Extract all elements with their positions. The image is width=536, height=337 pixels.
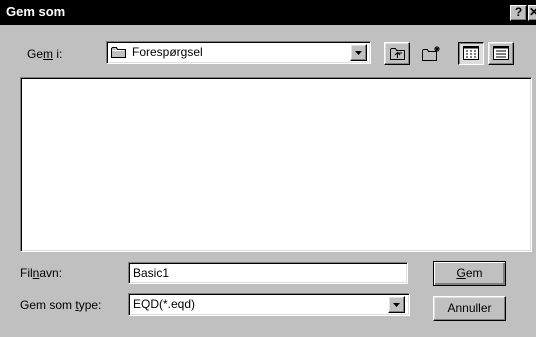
file-list[interactable]: [20, 77, 532, 252]
lookin-value: Forespørgsel: [132, 45, 203, 59]
new-folder-icon: [422, 46, 440, 61]
filetype-combobox[interactable]: EQD(*.eqd): [128, 293, 410, 316]
window-title: Gem som: [6, 4, 66, 19]
up-one-level-icon: [390, 48, 405, 60]
help-icon: ?: [514, 5, 523, 19]
cancel-button-label: Annuller: [447, 301, 492, 315]
new-folder-button[interactable]: [418, 42, 444, 65]
close-icon: ✕: [529, 5, 536, 19]
cancel-button[interactable]: Annuller: [433, 296, 506, 321]
chevron-down-icon: [355, 51, 362, 55]
filename-input[interactable]: Basic1: [128, 262, 408, 284]
close-button[interactable]: ✕: [528, 5, 536, 21]
lookin-combobox[interactable]: Forespørgsel: [106, 41, 371, 64]
details-view-icon: [493, 46, 509, 60]
filetype-value: EQD(*.eqd): [133, 297, 196, 311]
folder-icon: [111, 47, 126, 58]
lookin-dropdown-button[interactable]: [350, 44, 367, 61]
chevron-down-icon: [393, 303, 400, 307]
details-view-button[interactable]: [488, 42, 514, 65]
filename-label: Filnavn:: [20, 266, 63, 280]
lookin-label: Gem i:: [27, 47, 63, 61]
filetype-dropdown-button[interactable]: [388, 296, 405, 313]
up-one-level-button[interactable]: [384, 42, 410, 65]
title-bar[interactable]: [0, 0, 536, 25]
save-button-label: Gem: [456, 266, 483, 280]
save-button[interactable]: Gem: [433, 261, 506, 286]
help-button[interactable]: ?: [510, 5, 527, 21]
filename-value: Basic1: [133, 266, 170, 280]
list-view-icon: [463, 46, 479, 60]
list-view-button[interactable]: [458, 42, 484, 65]
filetype-label: Gem som type:: [20, 298, 102, 312]
